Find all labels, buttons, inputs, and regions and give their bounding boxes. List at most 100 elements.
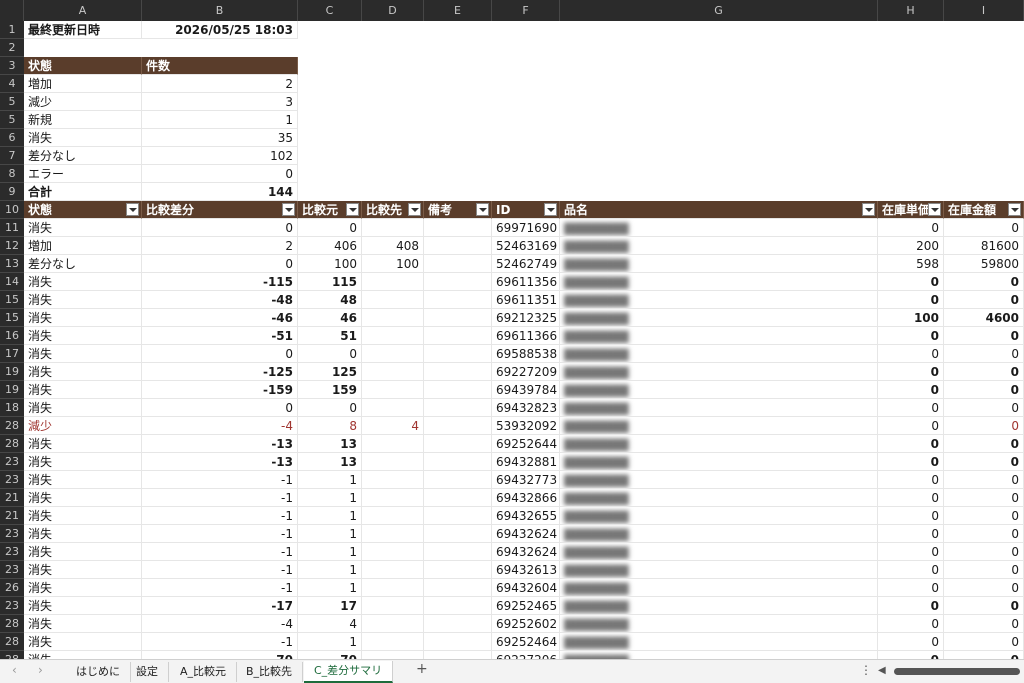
table-cell-source[interactable]: 1 <box>298 579 362 597</box>
summary-status[interactable]: 新規 <box>24 111 142 129</box>
row-number[interactable]: 8 <box>0 165 24 183</box>
table-cell-item-name[interactable]: ▇▇▇▇▇▇▇ <box>560 651 878 659</box>
table-cell-status[interactable]: 消失 <box>24 597 142 615</box>
table-cell-amount[interactable]: 0 <box>944 381 1024 399</box>
table-cell-note[interactable] <box>424 363 492 381</box>
table-cell-target[interactable]: 100 <box>362 255 424 273</box>
table-cell-amount[interactable]: 0 <box>944 597 1024 615</box>
table-cell-target[interactable] <box>362 489 424 507</box>
table-cell-status[interactable]: 消失 <box>24 435 142 453</box>
table-cell-status[interactable]: 差分なし <box>24 255 142 273</box>
table-cell-id[interactable]: 52463169 <box>492 237 560 255</box>
table-cell-target[interactable] <box>362 219 424 237</box>
last-updated-value[interactable]: 2026/05/25 18:03 <box>142 21 298 39</box>
table-cell-amount[interactable]: 59800 <box>944 255 1024 273</box>
summary-count[interactable]: 102 <box>142 147 298 165</box>
table-cell-unit-price[interactable]: 0 <box>878 579 944 597</box>
table-cell-unit-price[interactable]: 0 <box>878 471 944 489</box>
row-number[interactable]: 12 <box>0 237 24 255</box>
table-cell-target[interactable] <box>362 363 424 381</box>
table-cell-source[interactable]: 1 <box>298 471 362 489</box>
table-cell-amount[interactable]: 0 <box>944 489 1024 507</box>
table-cell-source[interactable]: 46 <box>298 309 362 327</box>
row-number[interactable]: 23 <box>0 471 24 489</box>
table-cell-id[interactable]: 69227206 <box>492 651 560 659</box>
table-cell-unit-price[interactable]: 0 <box>878 561 944 579</box>
table-cell-amount[interactable]: 0 <box>944 615 1024 633</box>
table-cell-item-name[interactable]: ▇▇▇▇▇▇▇ <box>560 309 878 327</box>
table-cell-id[interactable]: 69432881 <box>492 453 560 471</box>
table-cell-source[interactable]: 115 <box>298 273 362 291</box>
filter-dropdown-icon[interactable] <box>346 203 359 216</box>
sheet-tab[interactable]: はじめに <box>66 662 131 682</box>
table-cell-unit-price[interactable]: 0 <box>878 543 944 561</box>
row-number[interactable]: 21 <box>0 507 24 525</box>
table-cell-note[interactable] <box>424 543 492 561</box>
table-cell-source[interactable]: 0 <box>298 345 362 363</box>
table-cell-item-name[interactable]: ▇▇▇▇▇▇▇ <box>560 507 878 525</box>
table-cell-source[interactable]: 1 <box>298 525 362 543</box>
scroll-left-icon[interactable]: ◀ <box>878 665 886 676</box>
table-cell-item-name[interactable]: ▇▇▇▇▇▇▇ <box>560 417 878 435</box>
table-cell-diff[interactable]: -1 <box>142 561 298 579</box>
table-cell-unit-price[interactable]: 200 <box>878 237 944 255</box>
table-cell-note[interactable] <box>424 435 492 453</box>
table-cell-source[interactable]: 48 <box>298 291 362 309</box>
table-cell-id[interactable]: 69588538 <box>492 345 560 363</box>
table-cell-unit-price[interactable]: 0 <box>878 525 944 543</box>
table-cell-status[interactable]: 消失 <box>24 615 142 633</box>
table-cell-status[interactable]: 消失 <box>24 363 142 381</box>
table-cell-unit-price[interactable]: 0 <box>878 399 944 417</box>
table-cell-item-name[interactable]: ▇▇▇▇▇▇▇ <box>560 489 878 507</box>
row-number[interactable]: 23 <box>0 543 24 561</box>
select-all-corner[interactable] <box>0 0 24 21</box>
table-cell-unit-price[interactable]: 0 <box>878 435 944 453</box>
table-cell-amount[interactable]: 0 <box>944 543 1024 561</box>
row-number[interactable]: 13 <box>0 255 24 273</box>
table-cell-note[interactable] <box>424 381 492 399</box>
table-cell-unit-price[interactable]: 0 <box>878 363 944 381</box>
table-cell-item-name[interactable]: ▇▇▇▇▇▇▇ <box>560 273 878 291</box>
table-cell-source[interactable]: 0 <box>298 399 362 417</box>
summary-count[interactable]: 2 <box>142 75 298 93</box>
table-cell-unit-price[interactable]: 0 <box>878 597 944 615</box>
table-cell-id[interactable]: 69432624 <box>492 543 560 561</box>
row-number[interactable]: 3 <box>0 57 24 75</box>
table-cell-status[interactable]: 消失 <box>24 399 142 417</box>
table-cell-target[interactable] <box>362 615 424 633</box>
table-cell-id[interactable]: 69432866 <box>492 489 560 507</box>
table-cell-amount[interactable]: 0 <box>944 651 1024 659</box>
table-cell-status[interactable]: 消失 <box>24 453 142 471</box>
table-cell-note[interactable] <box>424 561 492 579</box>
table-cell-diff[interactable]: 2 <box>142 237 298 255</box>
table-header-unit-price[interactable]: 在庫単価 <box>878 201 944 219</box>
table-cell-item-name[interactable]: ▇▇▇▇▇▇▇ <box>560 237 878 255</box>
table-cell-diff[interactable]: 0 <box>142 399 298 417</box>
table-cell-target[interactable] <box>362 633 424 651</box>
table-cell-note[interactable] <box>424 651 492 659</box>
table-cell-diff[interactable]: -159 <box>142 381 298 399</box>
table-cell-note[interactable] <box>424 525 492 543</box>
table-cell-target[interactable] <box>362 579 424 597</box>
table-cell-source[interactable]: 159 <box>298 381 362 399</box>
table-cell-item-name[interactable]: ▇▇▇▇▇▇▇ <box>560 543 878 561</box>
table-cell-item-name[interactable]: ▇▇▇▇▇▇▇ <box>560 291 878 309</box>
table-cell-amount[interactable]: 0 <box>944 579 1024 597</box>
row-number[interactable]: 19 <box>0 381 24 399</box>
table-cell-diff[interactable]: -1 <box>142 489 298 507</box>
table-cell-target[interactable] <box>362 525 424 543</box>
table-header-diff[interactable]: 比較差分 <box>142 201 298 219</box>
table-cell-target[interactable] <box>362 291 424 309</box>
table-header-note[interactable]: 備考 <box>424 201 492 219</box>
table-cell-diff[interactable]: -1 <box>142 525 298 543</box>
sheet-tab[interactable]: 設定 <box>126 662 169 682</box>
row-number[interactable]: 2 <box>0 39 24 57</box>
table-cell-status[interactable]: 消失 <box>24 633 142 651</box>
table-cell-note[interactable] <box>424 417 492 435</box>
table-cell-target[interactable]: 4 <box>362 417 424 435</box>
table-cell-id[interactable]: 69971690 <box>492 219 560 237</box>
table-cell-item-name[interactable]: ▇▇▇▇▇▇▇ <box>560 255 878 273</box>
table-cell-diff[interactable]: 0 <box>142 345 298 363</box>
table-cell-source[interactable]: 1 <box>298 489 362 507</box>
table-cell-item-name[interactable]: ▇▇▇▇▇▇▇ <box>560 525 878 543</box>
